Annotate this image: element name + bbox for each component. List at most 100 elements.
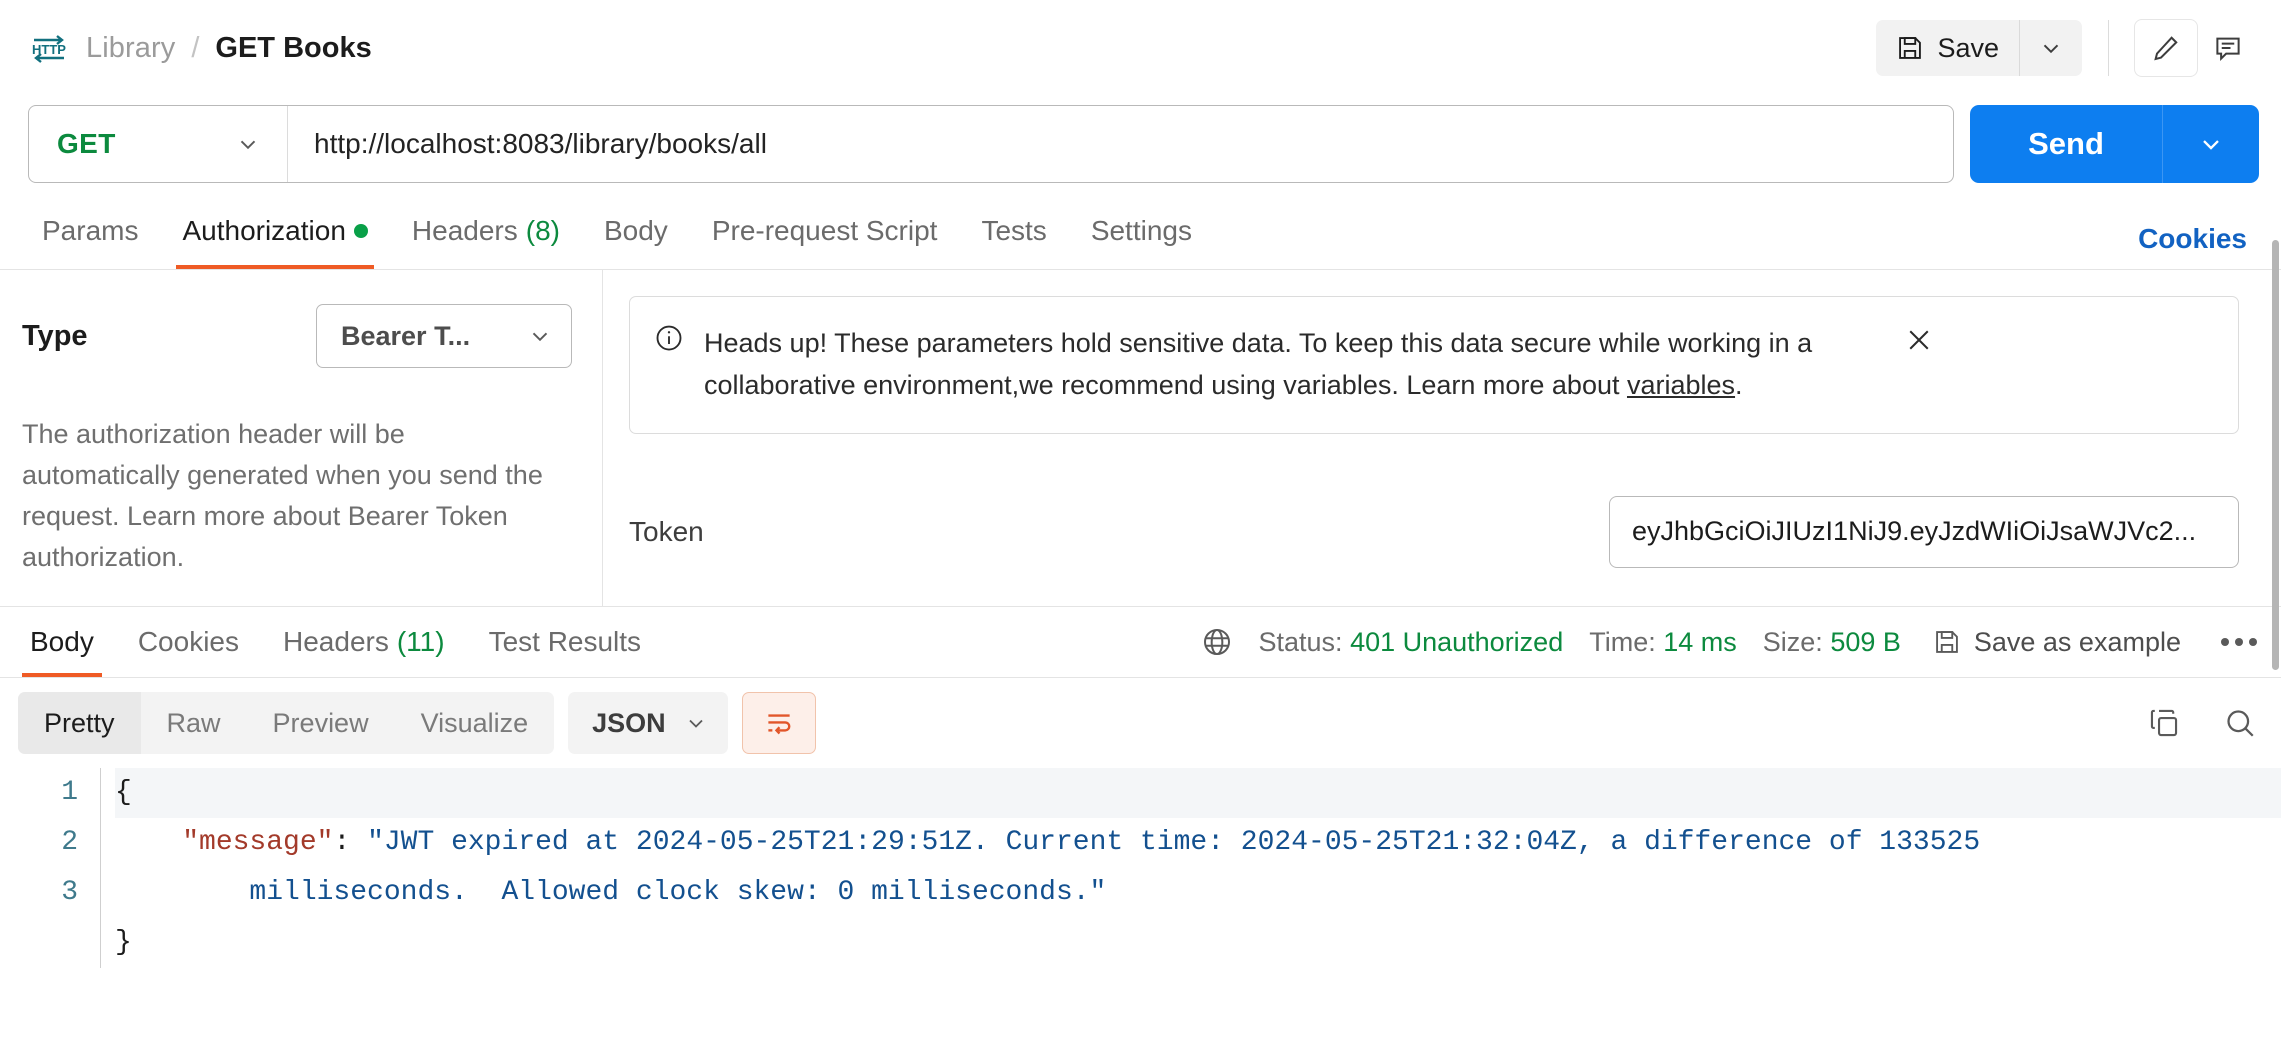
auth-type-pane: Type Bearer T... The authorization heade… xyxy=(0,270,603,606)
send-options-caret[interactable] xyxy=(2163,105,2259,183)
line-number-gutter: 1 2 3 xyxy=(0,768,100,968)
save-icon xyxy=(1896,34,1924,62)
tab-settings[interactable]: Settings xyxy=(1069,192,1214,269)
send-button[interactable]: Send xyxy=(1970,105,2162,183)
view-preview[interactable]: Preview xyxy=(247,692,395,754)
code-token: { xyxy=(115,777,132,808)
search-icon[interactable] xyxy=(2223,706,2257,740)
save-button[interactable]: Save xyxy=(1876,20,2019,76)
request-tabs: Params Authorization Headers (8) Body Pr… xyxy=(0,192,1214,269)
tab-body[interactable]: Body xyxy=(582,192,690,269)
response-tab-bar: Body Cookies Headers (11) Test Results S… xyxy=(0,606,2281,678)
token-input[interactable]: eyJhbGciOiJIUzI1NiJ9.eyJzdWIiOiJsaWJVc2.… xyxy=(1609,495,2239,568)
toolbar-divider xyxy=(2108,20,2109,76)
size-label: Size: xyxy=(1762,626,1823,657)
tab-label: Test Results xyxy=(488,626,642,657)
http-method-label: GET xyxy=(57,128,116,159)
auth-type-select[interactable]: Bearer T... xyxy=(316,304,572,368)
view-visualize[interactable]: Visualize xyxy=(395,692,555,754)
code-lines[interactable]: { "message": "JWT expired at 2024-05-25T… xyxy=(100,768,2281,968)
response-tab-headers[interactable]: Headers (11) xyxy=(261,607,467,677)
url-input[interactable]: http://localhost:8083/library/books/all xyxy=(288,106,1953,182)
code-token-key: "message" xyxy=(182,827,334,858)
edit-request-button[interactable] xyxy=(2135,20,2197,76)
copy-icon[interactable] xyxy=(2147,706,2181,740)
save-as-example-label: Save as example xyxy=(1973,626,2181,657)
tab-label: Body xyxy=(603,214,668,246)
tab-label: Cookies xyxy=(137,626,239,657)
variables-link[interactable]: variables xyxy=(1627,370,1735,400)
notice-text-part2: . xyxy=(1735,369,1743,400)
view-raw[interactable]: Raw xyxy=(141,692,247,754)
tab-label: Settings xyxy=(1090,214,1192,246)
breadcrumb-collection[interactable]: Library xyxy=(86,32,175,65)
dot xyxy=(2249,638,2257,646)
line-number: 3 xyxy=(61,877,78,908)
size-value: 509 B xyxy=(1830,626,1901,657)
authorization-panel: Type Bearer T... The authorization heade… xyxy=(0,270,2281,606)
response-body-viewer[interactable]: 1 2 3 { "message": "JWT expired at 2024-… xyxy=(0,768,2281,1061)
auth-configured-dot-icon xyxy=(353,223,368,238)
tab-authorization[interactable]: Authorization xyxy=(160,192,389,269)
postman-app-window: HTTP Library / GET Books Save GET http:/… xyxy=(0,0,2281,1061)
time-indicator: Time: 14 ms xyxy=(1589,627,1737,658)
code-token-string: "JWT expired at 2024-05-25T21:29:51Z. Cu… xyxy=(367,827,1981,858)
notice-text: Heads up! These parameters hold sensitiv… xyxy=(704,323,1884,407)
globe-icon[interactable] xyxy=(1201,626,1233,658)
comment-icon xyxy=(2213,33,2243,63)
top-bar-actions: Save xyxy=(1876,20,2259,76)
chevron-down-icon xyxy=(2038,35,2064,61)
tab-label: Params xyxy=(42,214,139,246)
save-button-group: Save xyxy=(1876,20,2082,76)
size-indicator: Size: 509 B xyxy=(1763,627,1901,658)
line-number: 1 xyxy=(61,777,78,808)
sensitive-data-notice: Heads up! These parameters hold sensitiv… xyxy=(629,296,2239,434)
breadcrumb-current-request[interactable]: GET Books xyxy=(215,32,371,65)
wrap-lines-button[interactable] xyxy=(741,692,816,754)
chevron-down-icon xyxy=(235,131,261,157)
save-options-caret[interactable] xyxy=(2020,20,2082,76)
comments-button[interactable] xyxy=(2197,20,2259,76)
response-tab-test-results[interactable]: Test Results xyxy=(467,607,664,677)
tab-label: Headers xyxy=(411,214,518,246)
response-tab-body[interactable]: Body xyxy=(8,607,116,677)
code-line: "message": "JWT expired at 2024-05-25T21… xyxy=(115,818,2281,868)
wrap-lines-icon xyxy=(764,708,794,738)
tab-tests[interactable]: Tests xyxy=(959,192,1068,269)
response-format-select[interactable]: JSON xyxy=(568,692,728,754)
status-value: 401 Unauthorized xyxy=(1350,626,1564,657)
page-scrollbar[interactable] xyxy=(2271,240,2281,670)
auth-type-value: Bearer T... xyxy=(341,320,471,351)
response-body-tools xyxy=(2147,706,2257,740)
response-meta: Status: 401 Unauthorized Time: 14 ms Siz… xyxy=(1201,626,2257,658)
auth-type-row: Type Bearer T... xyxy=(22,304,572,368)
status-indicator: Status: 401 Unauthorized xyxy=(1259,627,1564,658)
page-scroll-thumb[interactable] xyxy=(2272,240,2279,670)
tab-headers[interactable]: Headers (8) xyxy=(390,192,582,269)
save-button-label: Save xyxy=(1937,32,1999,63)
close-icon[interactable] xyxy=(1904,325,1934,355)
code-token-string: milliseconds. Allowed clock skew: 0 mill… xyxy=(115,877,1107,908)
cookies-link[interactable]: Cookies xyxy=(2138,223,2259,269)
tab-params[interactable]: Params xyxy=(20,192,160,269)
code-line: { xyxy=(115,768,2281,818)
response-view-switcher: Pretty Raw Preview Visualize xyxy=(18,692,555,754)
breadcrumb-separator: / xyxy=(191,31,200,64)
more-horizontal-icon[interactable] xyxy=(2221,638,2257,646)
http-method-select[interactable]: GET xyxy=(29,106,287,182)
dot xyxy=(2235,638,2243,646)
tab-pre-request-script[interactable]: Pre-request Script xyxy=(690,192,960,269)
save-icon xyxy=(1933,628,1961,656)
response-tab-cookies[interactable]: Cookies xyxy=(116,607,261,677)
pencil-icon xyxy=(2151,33,2181,63)
chevron-down-icon xyxy=(2197,130,2225,158)
auth-type-label: Type xyxy=(22,319,88,352)
auth-config-pane: Heads up! These parameters hold sensitiv… xyxy=(603,270,2281,606)
token-row: Token eyJhbGciOiJIUzI1NiJ9.eyJzdWIiOiJsa… xyxy=(629,495,2239,568)
status-label: Status: xyxy=(1258,626,1343,657)
save-as-example-button[interactable]: Save as example xyxy=(1933,627,2181,658)
tab-badge: (11) xyxy=(396,626,445,657)
view-pretty[interactable]: Pretty xyxy=(18,692,141,754)
svg-text:HTTP: HTTP xyxy=(32,42,66,57)
